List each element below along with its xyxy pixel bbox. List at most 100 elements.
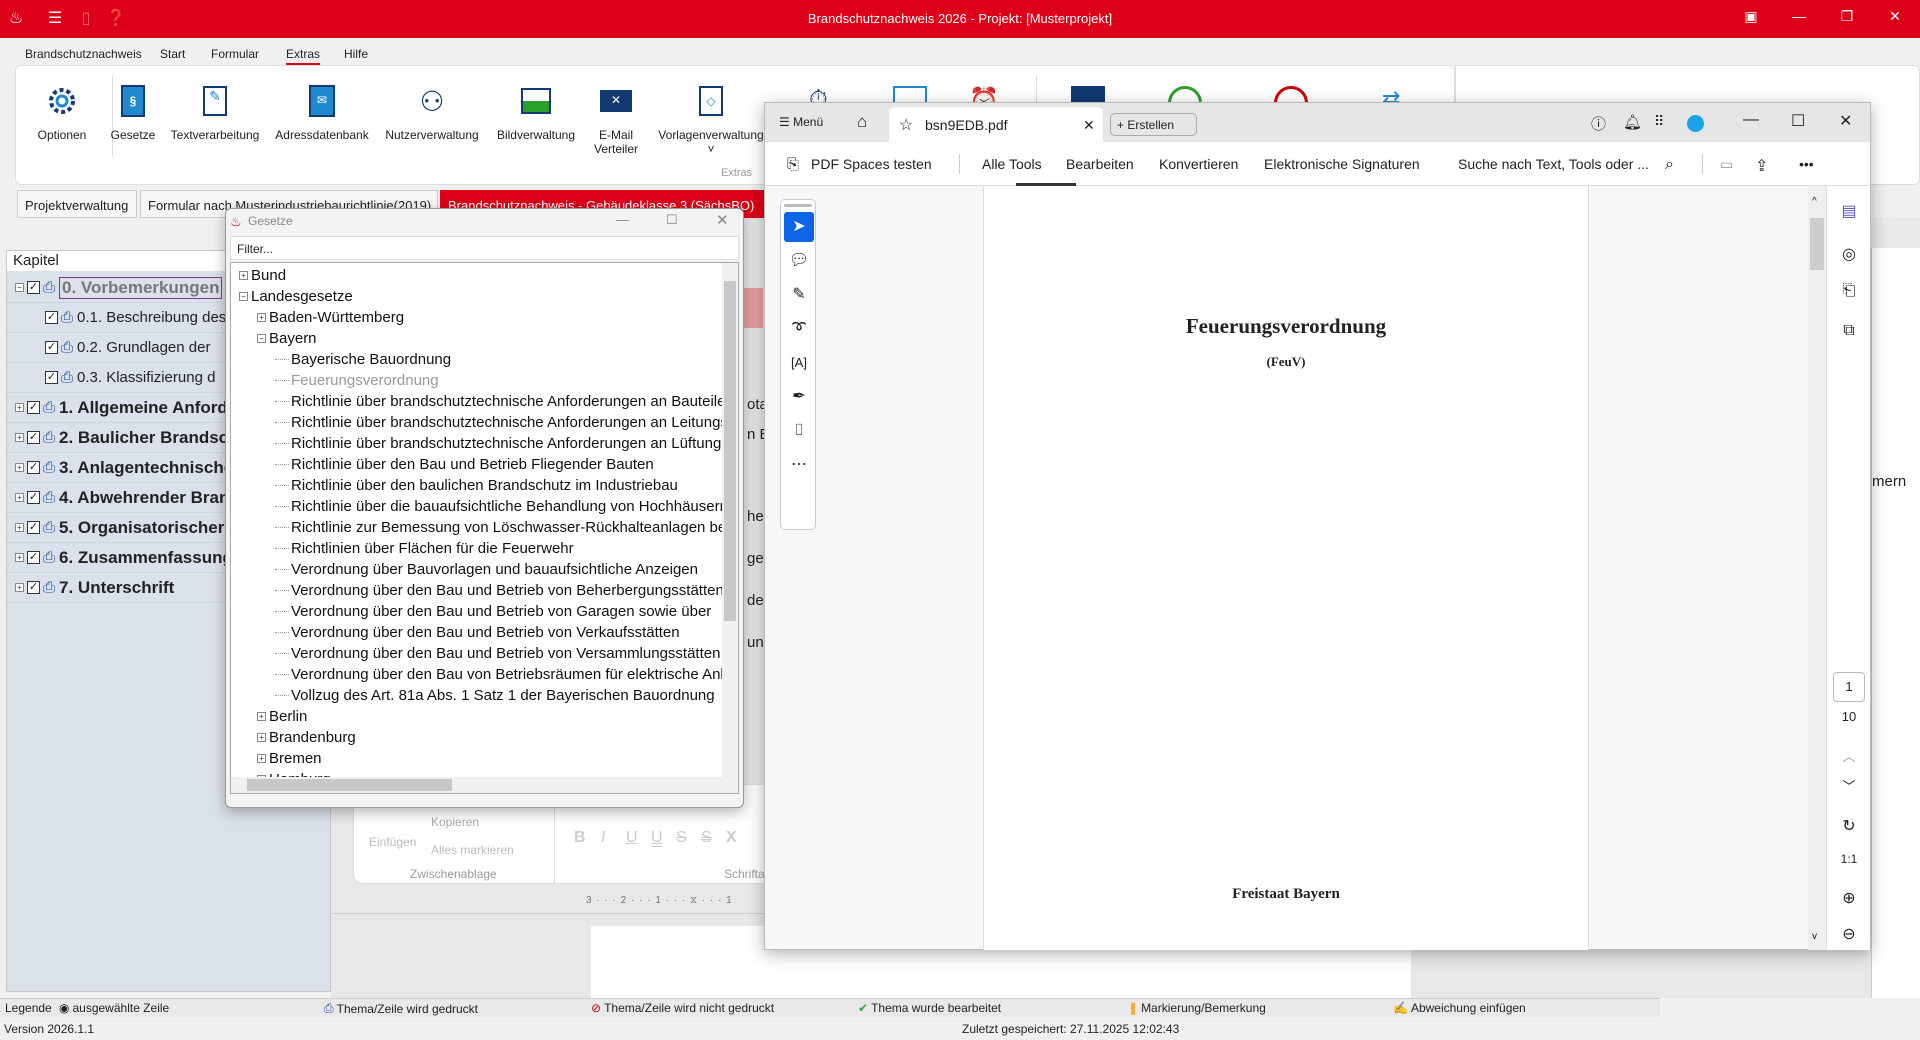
maximize-button[interactable]: ☐ — [666, 212, 678, 228]
law-tree-item[interactable]: Verordnung über den Bau und Betrieb von … — [275, 643, 720, 664]
law-tree-item[interactable]: Richtlinie über den Bau und Betrieb Flie… — [275, 454, 654, 475]
expand-icon[interactable]: + — [15, 463, 24, 472]
pages-icon[interactable]: ⧉ — [1827, 322, 1871, 340]
previous-page-icon[interactable]: ︿ — [1827, 746, 1871, 765]
scrollbar-thumb[interactable] — [247, 779, 452, 791]
law-tree-item[interactable]: + Berlin — [257, 706, 307, 727]
law-tree-item[interactable]: Richtlinie über den baulichen Brandschut… — [275, 475, 678, 496]
checkbox[interactable]: ✓ — [27, 521, 40, 534]
law-tree-item[interactable]: + Brandenburg — [257, 727, 356, 748]
copy-button[interactable]: Kopieren — [431, 815, 479, 829]
tab-konvertieren[interactable]: Konvertieren — [1159, 156, 1238, 172]
zoom-out-icon[interactable]: ⊖ — [1827, 924, 1871, 944]
expand-icon[interactable]: + — [257, 754, 266, 763]
bookmarks-icon[interactable]: ⎗ — [1827, 282, 1871, 300]
create-button[interactable]: + Erstellen — [1110, 113, 1197, 136]
expand-icon[interactable]: − — [239, 292, 248, 301]
bell-icon[interactable]: 🔔︎ — [1623, 113, 1642, 131]
more-tools-icon[interactable]: ⋯ — [784, 450, 814, 480]
tab-elektronische-signaturen[interactable]: Elektronische Signaturen — [1264, 156, 1420, 172]
cloud-upload-icon[interactable]: ⇪ — [1755, 156, 1768, 176]
save-icon[interactable]: ▭ — [1720, 156, 1733, 173]
minimize-button[interactable]: — — [1743, 111, 1759, 129]
menu-brandschutznachweis[interactable]: Brandschutznachweis — [25, 47, 142, 61]
bildverwaltung-button[interactable]: Bildverwaltung — [491, 84, 581, 142]
underline-button[interactable]: U — [626, 829, 638, 847]
ruler-scale[interactable]: 3 · · · 2 · · · 1 · · · ⧖ · · · 1 — [586, 895, 733, 906]
expand-icon[interactable]: + — [257, 313, 266, 322]
paste-button[interactable]: Einfügen — [369, 835, 416, 849]
search-icon[interactable]: ⌕ — [1665, 156, 1674, 174]
fit-page-icon[interactable]: 1:1 — [1827, 852, 1871, 866]
close-button[interactable]: ✕ — [1839, 111, 1852, 131]
select-all-button[interactable]: Alles markieren — [431, 843, 514, 857]
restore-layout-icon[interactable]: ▣ — [1736, 8, 1766, 25]
scroll-down-icon[interactable]: v — [1812, 931, 1817, 942]
help-icon[interactable]: ⓘ — [1591, 113, 1606, 134]
drag-handle[interactable] — [784, 204, 812, 207]
sign-icon[interactable]: ✒ — [784, 382, 814, 412]
highlighter-icon[interactable]: ✎ — [784, 280, 814, 310]
expand-icon[interactable]: + — [15, 433, 24, 442]
minimize-button[interactable]: — — [616, 212, 629, 227]
email-verteiler-button[interactable]: ✕ E-Mail Verteiler — [571, 84, 661, 156]
italic-button[interactable]: I — [601, 829, 605, 847]
law-tree-item[interactable]: Richtlinie über brandschutztechnische An… — [275, 412, 738, 433]
comments-icon[interactable]: ◎ — [1827, 244, 1871, 264]
law-tree-item[interactable]: Richtlinie zur Bemessung von Löschwasser… — [275, 517, 730, 538]
textverarbeitung-button[interactable]: ✎ Textverarbeitung — [170, 84, 260, 142]
expand-icon[interactable]: + — [15, 403, 24, 412]
law-tree-item[interactable]: Verordnung über den Bau und Betrieb von … — [275, 622, 680, 643]
law-tree-item[interactable]: Verordnung über den Bau von Betriebsräum… — [275, 664, 738, 685]
expand-icon[interactable]: + — [257, 712, 266, 721]
comment-icon[interactable]: 💬︎ — [784, 246, 814, 276]
subscript-button[interactable]: X — [726, 829, 737, 847]
law-tree-item[interactable]: Richtlinien über Flächen für die Feuerwe… — [275, 538, 574, 559]
apps-grid-icon[interactable]: ⠿ — [1654, 113, 1664, 130]
law-tree-item[interactable]: + Bremen — [257, 748, 322, 769]
scroll-up-icon[interactable]: ^ — [1812, 196, 1817, 207]
minimize-button[interactable]: — — [1784, 8, 1814, 24]
double-underline-button[interactable]: U — [651, 829, 663, 847]
menu-start[interactable]: Start — [160, 47, 185, 61]
pdf-vertical-scrollbar[interactable]: ^ v — [1808, 186, 1826, 950]
menu-formular[interactable]: Formular — [211, 47, 259, 61]
law-tree-item[interactable]: Richtlinie über brandschutztechnische An… — [275, 433, 738, 454]
text-box-icon[interactable]: [A] — [784, 348, 814, 378]
checkbox[interactable]: ✓ — [27, 431, 40, 444]
file-tab[interactable]: ☆ bsn9EDB.pdf ✕ — [889, 107, 1103, 142]
nutzerverwaltung-button[interactable]: ⚇ Nutzerverwaltung — [382, 84, 482, 143]
vorlagenverwaltung-button[interactable]: ◇ Vorlagenverwaltung ˅ — [656, 84, 766, 156]
star-icon[interactable]: ☆ — [899, 115, 913, 135]
home-icon[interactable]: ⌂ — [857, 112, 867, 132]
maximize-button[interactable]: ❐ — [1832, 8, 1862, 25]
scrollbar-thumb[interactable] — [1810, 218, 1824, 270]
law-tree-item[interactable]: + Bund — [239, 265, 286, 286]
expand-icon[interactable]: + — [15, 553, 24, 562]
tab-alle-tools[interactable]: Alle Tools — [982, 156, 1042, 172]
checkbox[interactable]: ✓ — [27, 401, 40, 414]
checkbox[interactable]: ✓ — [27, 551, 40, 564]
next-page-icon[interactable]: ﹀ — [1827, 776, 1871, 795]
expand-icon[interactable]: + — [15, 523, 24, 532]
gesetze-button[interactable]: § Gesetze — [88, 84, 178, 142]
close-button[interactable]: ✕ — [716, 211, 729, 229]
law-tree-item[interactable]: Bayerische Bauordnung — [275, 349, 451, 370]
strikethrough-button[interactable]: S — [676, 829, 687, 847]
expand-icon[interactable]: + — [257, 733, 266, 742]
checkbox[interactable]: ✓ — [45, 311, 58, 324]
chevron-down-icon[interactable]: ˅ — [656, 142, 766, 156]
checkbox[interactable]: ✓ — [45, 371, 58, 384]
maximize-button[interactable]: ☐ — [1791, 111, 1805, 131]
law-tree-item[interactable]: Verordnung über den Bau und Betrieb von … — [275, 601, 711, 622]
checkbox[interactable]: ✓ — [45, 341, 58, 354]
select-tool-icon[interactable]: ➤ — [784, 212, 814, 242]
adressdatenbank-button[interactable]: ✉ Adressdatenbank — [272, 84, 372, 142]
checkbox[interactable]: ✓ — [27, 581, 40, 594]
search-input[interactable]: Suche nach Text, Tools oder ... — [1458, 156, 1649, 172]
law-tree-item[interactable]: + Baden-Württemberg — [257, 307, 404, 328]
zoom-in-icon[interactable]: ⊕ — [1827, 888, 1871, 908]
snapshot-icon[interactable]: ⌷ — [784, 416, 814, 446]
avatar[interactable] — [1687, 115, 1704, 132]
expand-icon[interactable]: + — [239, 271, 248, 280]
